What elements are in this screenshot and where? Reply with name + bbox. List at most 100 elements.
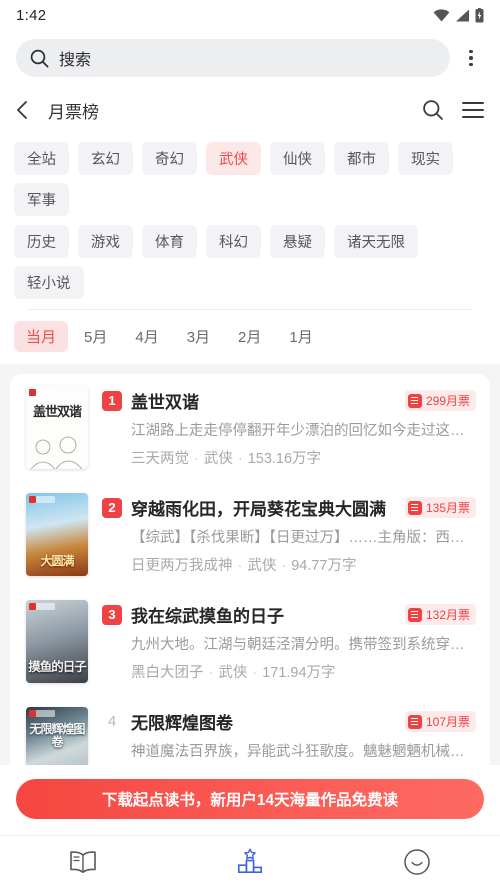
book-wordcount: 94.77万字 — [291, 557, 357, 574]
category-chip-lishi[interactable]: 历史 — [14, 225, 69, 258]
search-icon — [30, 49, 49, 67]
cover-title: 大圆满 — [40, 554, 74, 569]
publisher-logo-icon — [29, 389, 55, 396]
publisher-logo-icon — [29, 710, 55, 717]
cover-title: 摸鱼的日子 — [28, 658, 87, 674]
book-cover[interactable]: 摸鱼的日子 — [26, 600, 88, 683]
cover-title: 盖世双谐 — [32, 405, 82, 420]
search-placeholder: 搜索 — [59, 52, 92, 69]
book-genre: 武侠 — [203, 450, 233, 467]
ranking-podium-icon — [237, 848, 263, 874]
kebab-menu-icon[interactable] — [456, 49, 486, 67]
book-list-item[interactable]: 大圆满 2 穿越雨化田，开局葵花宝典大圆满 135月票 【综武】【杀伐果断】【日… — [10, 481, 490, 588]
cover-sketch-art — [30, 436, 83, 469]
ticket-icon — [407, 393, 422, 408]
book-title-row: 2 穿越雨化田，开局葵花宝典大圆满 135月票 — [102, 495, 476, 520]
book-title[interactable]: 穿越雨化田，开局葵花宝典大圆满 — [131, 495, 396, 520]
download-banner-container: 下载起点读书，新用户14天海量作品免费读 — [0, 765, 500, 835]
book-author: 三天两觉 — [131, 450, 189, 467]
book-title[interactable]: 盖世双谐 — [131, 388, 396, 413]
book-meta: 黑白大团子 · 武侠 · 171.94万字 — [131, 664, 336, 681]
book-meta: 日更两万我成神 · 武侠 · 94.77万字 — [131, 557, 357, 574]
page-header: 月票榜 — [0, 86, 500, 134]
month-tab-2[interactable]: 2月 — [226, 321, 273, 352]
category-chip-xuanyi[interactable]: 悬疑 — [270, 225, 325, 258]
category-row-1: 全站 玄幻 奇幻 武侠 仙侠 都市 现实 军事 — [14, 142, 486, 216]
book-list-item[interactable]: 摸鱼的日子 3 我在综武摸鱼的日子 132月票 九州大地。江湖与朝廷泾渭分明。携… — [10, 588, 490, 695]
rank-badge: 1 — [102, 390, 122, 411]
book-title[interactable]: 无限辉煌图卷 — [131, 709, 396, 734]
book-author: 日更两万我成神 — [131, 557, 233, 574]
book-description: 江湖路上走走停停翻开年少漂泊的回忆如今走过这世间，万… — [131, 423, 476, 439]
smiley-face-icon — [403, 849, 430, 875]
month-tab-4[interactable]: 4月 — [123, 321, 170, 352]
book-cover[interactable]: 大圆满 — [26, 493, 88, 576]
vote-count: 132月票 — [425, 608, 470, 622]
search-icon[interactable] — [422, 99, 444, 121]
nav-item-ranking[interactable] — [167, 836, 334, 888]
back-button[interactable] — [16, 98, 38, 122]
nav-item-bookshelf[interactable] — [0, 836, 167, 888]
month-tab-5[interactable]: 5月 — [72, 321, 119, 352]
month-tab-3[interactable]: 3月 — [175, 321, 222, 352]
book-info: 3 我在综武摸鱼的日子 132月票 九州大地。江湖与朝廷泾渭分明。携带签到系统穿… — [102, 600, 476, 683]
status-time: 1:42 — [16, 6, 47, 24]
bottom-navigation — [0, 835, 500, 888]
book-open-icon — [70, 851, 97, 873]
book-description: 九州大地。江湖与朝廷泾渭分明。携带签到系统穿越到武侠… — [131, 637, 476, 653]
category-chip-tiyu[interactable]: 体育 — [142, 225, 197, 258]
book-title-row: 1 盖世双谐 299月票 — [102, 388, 476, 413]
category-chip-quanzhan[interactable]: 全站 — [14, 142, 69, 175]
app-screen: 1:42 搜索 月票榜 全站 玄幻 奇幻 武侠 仙侠 都市 现实 军事 历史 游… — [0, 0, 500, 888]
book-genre: 武侠 — [218, 664, 248, 681]
book-meta: 三天两觉 · 武侠 · 153.16万字 — [131, 450, 322, 467]
book-genre: 武侠 — [247, 557, 277, 574]
category-chip-xianxia[interactable]: 仙侠 — [270, 142, 325, 175]
book-author: 黑白大团子 — [131, 664, 204, 681]
search-row: 搜索 — [0, 30, 500, 86]
book-description: 神道魔法百界族，异能武斗狂歌度。魑魅魍魉机械怪，无限… — [131, 744, 476, 760]
book-title[interactable]: 我在综武摸鱼的日子 — [131, 602, 396, 627]
vote-badge: 299月票 — [404, 390, 476, 411]
category-chip-dushi[interactable]: 都市 — [334, 142, 389, 175]
book-wordcount: 171.94万字 — [262, 664, 336, 681]
book-list-item[interactable]: 盖世双谐 1 盖世双谐 299月票 江湖路上走走停停翻开年少漂泊的回忆如今走过这… — [10, 374, 490, 481]
hamburger-menu-icon[interactable] — [462, 102, 484, 118]
category-chip-qingxiaoshuo[interactable]: 轻小说 — [14, 266, 84, 299]
book-title-row: 4 无限辉煌图卷 107月票 — [102, 709, 476, 734]
search-input[interactable]: 搜索 — [16, 39, 450, 77]
vote-badge: 135月票 — [404, 497, 476, 518]
page-title: 月票榜 — [48, 102, 99, 122]
category-chip-youxi[interactable]: 游戏 — [78, 225, 133, 258]
status-bar: 1:42 — [0, 0, 500, 30]
battery-charging-icon — [475, 7, 484, 22]
rank-badge: 3 — [102, 604, 122, 625]
cover-title: 无限辉煌图卷 — [29, 722, 85, 749]
ticket-icon — [407, 500, 422, 515]
rank-number: 4 — [107, 713, 117, 730]
category-chip-xuanhuan[interactable]: 玄幻 — [78, 142, 133, 175]
category-chip-kehuan[interactable]: 科幻 — [206, 225, 261, 258]
download-app-button[interactable]: 下载起点读书，新用户14天海量作品免费读 — [16, 779, 484, 819]
category-chip-xianshi[interactable]: 现实 — [398, 142, 453, 175]
publisher-logo-icon — [29, 603, 55, 610]
book-cover[interactable]: 盖世双谐 — [26, 386, 88, 469]
month-tab-1[interactable]: 1月 — [277, 321, 324, 352]
category-chip-wuxia[interactable]: 武侠 — [206, 142, 261, 175]
chevron-left-icon — [17, 101, 27, 119]
month-tab-current[interactable]: 当月 — [14, 321, 69, 352]
month-tabs: 当月 5月 4月 3月 2月 1月 — [0, 312, 500, 364]
category-filter: 全站 玄幻 奇幻 武侠 仙侠 都市 现实 军事 历史 游戏 体育 科幻 悬疑 诸… — [0, 134, 500, 312]
category-chip-zhutianwuxian[interactable]: 诸天无限 — [334, 225, 418, 258]
category-chip-junshi[interactable]: 军事 — [14, 183, 69, 216]
book-info: 1 盖世双谐 299月票 江湖路上走走停停翻开年少漂泊的回忆如今走过这世间，万…… — [102, 386, 476, 469]
ticket-icon — [407, 714, 422, 729]
vote-count: 299月票 — [425, 394, 470, 408]
publisher-logo-icon — [29, 496, 55, 503]
vote-count: 135月票 — [425, 501, 470, 515]
category-chip-qihuan[interactable]: 奇幻 — [142, 142, 197, 175]
book-info: 2 穿越雨化田，开局葵花宝典大圆满 135月票 【综武】【杀伐果断】【日更过万】… — [102, 493, 476, 576]
nav-item-profile[interactable] — [333, 836, 500, 888]
header-actions — [422, 99, 484, 121]
category-row-2: 历史 游戏 体育 科幻 悬疑 诸天无限 轻小说 — [14, 225, 486, 299]
